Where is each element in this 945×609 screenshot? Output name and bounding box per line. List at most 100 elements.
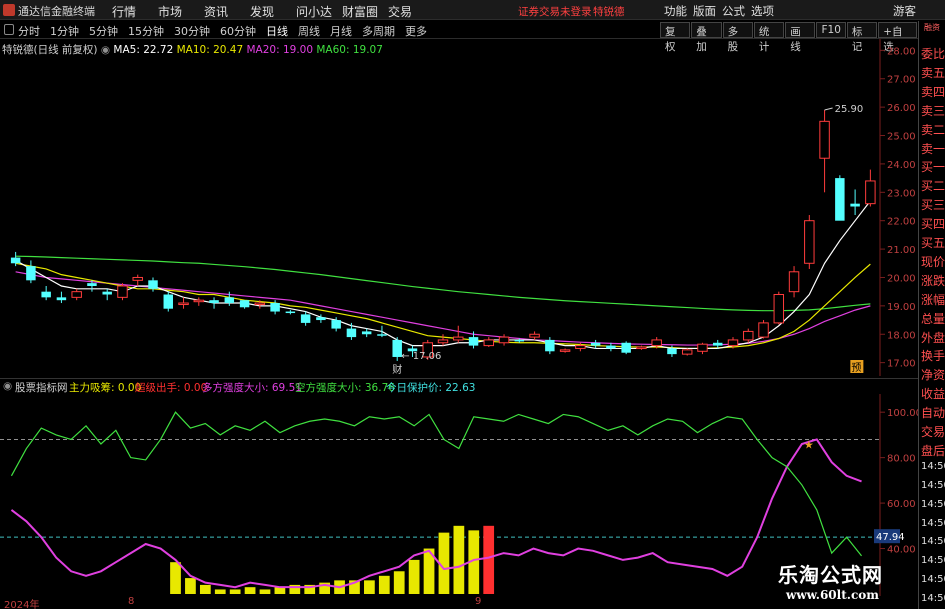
candle-body [377, 334, 387, 336]
side-panel-label[interactable]: 14:50 [921, 461, 945, 472]
chart-tool-button[interactable]: 多股 [722, 22, 753, 53]
period-tab[interactable]: 月线 [330, 23, 352, 39]
bear-strength-line [10, 411, 863, 557]
login-alert[interactable]: 证券交易未登录 [518, 4, 592, 19]
ma-legend: 特锐德(日线 前复权) ◉ MA5: 22.72 MA10: 20.47 MA2… [2, 42, 383, 57]
side-panel-label[interactable]: 现价 [921, 253, 945, 270]
side-panel-label[interactable]: 14:50 [921, 593, 945, 604]
candle-body [788, 271, 800, 293]
side-panel-label[interactable]: 买一 [921, 158, 945, 175]
candle-body [651, 339, 662, 347]
absorb-bar [214, 589, 226, 594]
chart-tools: 复权 叠加 多股 统计 画线 F10 标记 +自选 [660, 22, 918, 53]
period-tab[interactable]: 周线 [298, 23, 320, 39]
settings-icon[interactable]: ◉ [101, 44, 110, 56]
candle-body [178, 302, 189, 306]
x-tick-label: 8 [128, 596, 135, 607]
right-menu-item[interactable]: 版面 [693, 3, 722, 19]
period-tab[interactable]: 多周期 [362, 23, 395, 39]
side-panel-label[interactable]: 14:50 [921, 480, 945, 491]
chart-tool-button[interactable]: F10 [816, 22, 846, 38]
menu-item[interactable]: 发现 [250, 3, 296, 20]
indicator-item-bear-strength: 空方强度大小: 36.76 [295, 382, 395, 394]
period-toolbar: 分时 1分钟 5分钟 15分钟 30分钟 60分钟 日线 周线 月线 多周期 更多 复权 叠加 多股 统计… [0, 21, 918, 53]
side-panel-label[interactable]: 14:50 [921, 555, 945, 566]
side-panel-label[interactable]: 14:50 [921, 536, 945, 547]
side-panel-label[interactable]: 换手 [921, 347, 945, 364]
side-panel-label[interactable]: 买四 [921, 215, 945, 232]
side-panel-label[interactable]: 卖五 [921, 64, 945, 81]
indicator-name[interactable]: 股票指标网 [15, 380, 68, 395]
absorb-bar [259, 589, 271, 594]
indicator-settings-icon[interactable]: ◉ [3, 380, 12, 392]
side-panel-label[interactable]: 交易 [921, 423, 945, 440]
candle-body [743, 330, 754, 341]
candle-body [316, 317, 326, 321]
absorb-bar [170, 562, 181, 594]
period-tab[interactable]: 更多 [405, 23, 427, 39]
candle-body [697, 343, 708, 352]
bull-strength-line [10, 438, 862, 589]
right-menu-item[interactable]: 选项 [751, 3, 780, 19]
side-panel-label[interactable]: 买二 [921, 177, 945, 194]
side-panel-label[interactable]: 买五 [921, 234, 945, 251]
menu-item[interactable]: 行情 [112, 3, 158, 20]
price-chart[interactable]: 28.00 27.00 26.00 25.00 24.00 23.00 22.00 21.00… [0, 39, 918, 376]
side-panel-label[interactable]: 涨跌 [921, 272, 945, 289]
period-tab[interactable]: 分时 [18, 23, 40, 39]
right-menu-item[interactable]: 公式 [722, 3, 751, 19]
period-tab[interactable]: 15分钟 [128, 23, 164, 39]
side-panel-label[interactable]: 盘后 [921, 442, 945, 459]
side-panel-label[interactable]: 买三 [921, 196, 945, 213]
side-panel-label[interactable]: 净资 [921, 366, 945, 383]
chart-tool-button[interactable]: 复权 [660, 22, 691, 53]
side-panel-label[interactable]: 14:50 [921, 574, 945, 585]
menu-item[interactable]: 资讯 [204, 3, 250, 20]
menu-item[interactable]: 市场 [158, 3, 204, 20]
period-tab[interactable]: 30分钟 [174, 23, 210, 39]
candle-body [758, 322, 769, 338]
side-panel-label[interactable]: 卖四 [921, 83, 945, 100]
candle-body [239, 300, 250, 308]
side-panel-label[interactable]: 卖二 [921, 121, 945, 138]
candle-body [835, 178, 845, 221]
side-panel-label[interactable]: 涨幅 [921, 291, 945, 308]
side-panel-label[interactable]: 总量 [921, 310, 945, 327]
high-label: 25.90 [835, 104, 864, 115]
y-tick-label: 24.00 [887, 160, 916, 171]
menu-item[interactable]: 问小达 [296, 3, 342, 20]
chart-tool-button[interactable]: 画线 [785, 22, 816, 53]
chart-tool-button[interactable]: 叠加 [691, 22, 722, 53]
x-tick-label: 9 [475, 596, 482, 607]
value-tag: 47.94 [876, 532, 905, 543]
y-tick-label: 21.00 [887, 245, 916, 256]
period-tab[interactable]: 1分钟 [50, 23, 79, 39]
candle-body [41, 291, 51, 298]
side-panel-label[interactable]: 14:50 [921, 499, 945, 510]
forecast-marker: 预 [851, 362, 861, 374]
side-panel-label[interactable]: 收益 [921, 385, 945, 402]
chart-tool-button[interactable]: +自选 [878, 22, 917, 53]
guest-login[interactable]: 游客 [893, 3, 916, 19]
right-menu-item[interactable]: 功能 [664, 3, 693, 19]
side-panel-label[interactable]: 14:50 [921, 518, 945, 529]
candle-body [865, 180, 876, 205]
period-tab[interactable]: 日线 [266, 23, 288, 39]
side-panel-label[interactable]: 自动 [921, 404, 945, 421]
menu-item[interactable]: 交易 [388, 3, 434, 20]
menu-item[interactable]: 财富圈 [342, 3, 388, 20]
lock-icon[interactable] [4, 24, 14, 35]
candle-body [331, 320, 341, 329]
chart-tool-button[interactable]: 统计 [753, 22, 785, 53]
period-tab[interactable]: 60分钟 [220, 23, 256, 39]
period-tab[interactable]: 5分钟 [89, 23, 118, 39]
candle-body [193, 299, 205, 303]
side-panel-label[interactable]: 委比 [921, 45, 945, 62]
side-panel-label[interactable]: 卖三 [921, 102, 945, 119]
side-panel-label[interactable]: 外盘 [921, 329, 945, 346]
candle-body [606, 345, 616, 349]
chart-tool-button[interactable]: 标记 [846, 22, 878, 53]
sub-y-tick-label: 100.00 [887, 408, 918, 419]
side-panel-label[interactable]: 卖一 [921, 140, 945, 157]
alert-stock[interactable]: 特锐德 [593, 4, 625, 19]
